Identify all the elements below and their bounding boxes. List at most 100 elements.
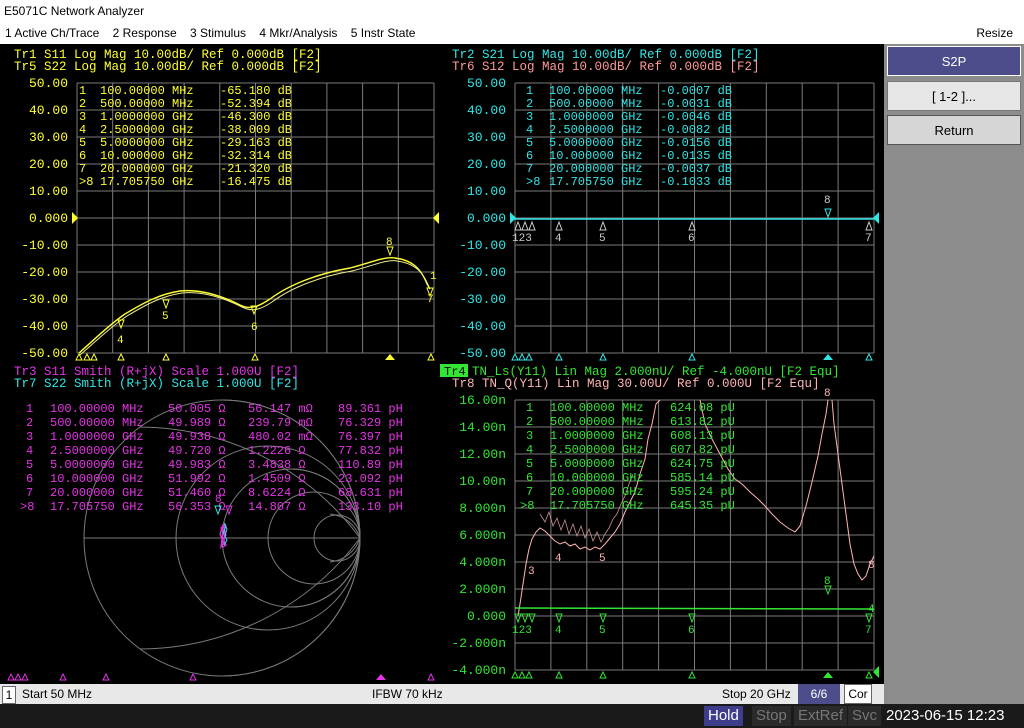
marker-row: 1 100.00000 MHz 50.005 Ω 56.147 mΩ 89.361 pH [26, 402, 403, 416]
menu-active-ch-trace[interactable]: 1 Active Ch/Trace [0, 22, 104, 44]
trace-count: 6/6 [798, 684, 840, 704]
date-time: 2023-06-15 12:23 [882, 706, 1009, 726]
svg-text:3: 3 [528, 566, 535, 578]
marker-row: 7 20.000000 GHz -21.320 dB [79, 162, 292, 176]
panel3-marker-table: 1 100.00000 MHz 50.005 Ω 56.147 mΩ 89.361 pH… [20, 402, 403, 514]
svg-text:6: 6 [688, 233, 695, 245]
y-tick: 16.00n [459, 393, 506, 408]
ifbw[interactable]: IFBW 70 kHz [372, 684, 443, 704]
stop-frequency[interactable]: Stop 20 GHz [722, 684, 791, 704]
marker-row: 2 500.00000 MHz 49.989 Ω 239.79 mΩ 76.329 pH [26, 416, 403, 430]
panel3-header-tr7: Tr7 S22 Smith (R+jX) Scale 1.000U [F2] [14, 377, 299, 391]
svg-text:5: 5 [162, 311, 169, 323]
instrument-status-bar: Hold Stop ExtRef Svc 2023-06-15 12:23 [0, 704, 1024, 728]
y-tick: -30.00 [459, 292, 506, 307]
marker-row: 4 2.5000000 GHz 49.720 Ω 1.2226 Ω 77.832 pH [26, 444, 403, 458]
svg-text:5: 5 [599, 233, 606, 245]
y-tick: -50.00 [21, 346, 68, 361]
y-tick: 14.00n [459, 420, 506, 435]
hold-indicator: Hold [704, 706, 743, 726]
y-tick: -10.00 [21, 238, 68, 253]
marker-row: 5 5.0000000 GHz 624.75 pU [526, 457, 735, 471]
y-tick: 20.00 [467, 157, 506, 172]
softkey-panel: S2P [ 1-2 ]... Return [884, 44, 1024, 704]
marker-row: 4 2.5000000 GHz -0.0082 dB [526, 123, 732, 137]
marker-row: 5 5.0000000 GHz -0.0156 dB [526, 136, 732, 150]
marker-row: 2 500.00000 MHz -52.394 dB [79, 97, 292, 111]
marker-row-active: >8 17.705750 GHz 645.35 pU [520, 499, 735, 513]
marker-row-active: >8 17.705750 GHz -16.475 dB [79, 175, 292, 189]
svc-indicator: Svc [848, 706, 882, 726]
svg-text:8: 8 [868, 560, 875, 572]
menu-stimulus[interactable]: 3 Stimulus [185, 22, 251, 44]
y-tick: -50.00 [459, 346, 506, 361]
y-tick: -10.00 [459, 238, 506, 253]
y-tick: 50.00 [467, 76, 506, 91]
svg-text:8: 8 [824, 388, 831, 400]
marker-row: 7 20.000000 GHz 595.24 pU [526, 485, 735, 499]
y-tick: 2.000n [459, 582, 506, 597]
y-tick: 10.00 [467, 184, 506, 199]
softkey-port-select[interactable]: [ 1-2 ]... [887, 81, 1021, 111]
panel2-marker-table: 1 100.00000 MHz -0.0007 dB 2 500.00000 MHz -… [526, 84, 732, 189]
y-tick: 8.000n [459, 501, 506, 516]
marker-row: 6 10.000000 GHz -32.314 dB [79, 149, 292, 163]
marker-row-active: >8 17.705750 GHz 56.353 Ω 14.807 Ω 133.10 pH [20, 500, 403, 514]
svg-text:7: 7 [865, 625, 872, 637]
y-tick: -30.00 [21, 292, 68, 307]
svg-text:4: 4 [117, 335, 124, 347]
svg-text:6: 6 [251, 322, 258, 334]
svg-text:1: 1 [430, 271, 437, 283]
y-tick: 40.00 [467, 103, 506, 118]
marker-row: 1 100.00000 MHz 624.08 pU [526, 401, 735, 415]
y-tick: 30.00 [467, 130, 506, 145]
menu-mkr-analysis[interactable]: 4 Mkr/Analysis [254, 22, 342, 44]
svg-text:4: 4 [555, 233, 562, 245]
y-tick: -40.00 [21, 319, 68, 334]
softkey-return[interactable]: Return [887, 115, 1021, 145]
window-title: E5071C Network Analyzer [0, 0, 1024, 22]
svg-text:5: 5 [599, 553, 606, 565]
channel-number[interactable]: 1 [2, 686, 16, 704]
svg-text:8: 8 [824, 195, 831, 207]
menu-instr-state[interactable]: 5 Instr State [346, 22, 421, 44]
svg-text:4: 4 [555, 553, 562, 565]
y-tick: 4.000n [459, 555, 506, 570]
svg-text:7: 7 [427, 294, 434, 306]
marker-row: 6 10.000000 GHz 585.14 pU [526, 471, 735, 485]
marker-row: 6 10.000000 GHz 51.992 Ω 1.4509 Ω 23.092 pH [26, 472, 403, 486]
extref-indicator: ExtRef [794, 706, 848, 726]
y-tick: 10.00n [459, 474, 506, 489]
y-tick: 12.00n [459, 447, 506, 462]
marker-row: 3 1.0000000 GHz 608.13 pU [526, 429, 735, 443]
svg-text:4: 4 [555, 625, 562, 637]
marker-row: 3 1.0000000 GHz -0.0046 dB [526, 110, 732, 124]
marker-row: 5 5.0000000 GHz -29.163 dB [79, 136, 292, 150]
marker-row: 1 100.00000 MHz -65.180 dB [79, 84, 292, 98]
marker-row: 7 20.000000 GHz -0.0037 dB [526, 162, 732, 176]
softkey-title-s2p: S2P [887, 46, 1021, 76]
channel-status-bar: 1 Start 50 MHz IFBW 70 kHz Stop 20 GHz 6… [0, 684, 884, 704]
svg-text:8: 8 [824, 576, 831, 588]
y-tick-ref: 0.000 [29, 211, 68, 226]
y-tick: 10.00 [29, 184, 68, 199]
y-tick-ref: 0.000 [467, 211, 506, 226]
correction-status: Cor [844, 684, 872, 704]
menu-response[interactable]: 2 Response [108, 22, 182, 44]
svg-text:4: 4 [868, 604, 875, 616]
marker-row: 4 2.5000000 GHz 607.82 pU [526, 443, 735, 457]
marker-row: 2 500.00000 MHz 613.82 pU [526, 415, 735, 429]
start-frequency[interactable]: Start 50 MHz [22, 684, 92, 704]
marker-row: 5 5.0000000 GHz 49.983 Ω 3.4838 Ω 110.89 pH [26, 458, 403, 472]
svg-text:5: 5 [599, 625, 606, 637]
stop-indicator: Stop [752, 706, 791, 726]
svg-text:8: 8 [386, 237, 393, 249]
y-tick: 6.000n [459, 528, 506, 543]
y-tick: -2.000n [451, 636, 506, 651]
trace-tn-ls [514, 607, 875, 610]
marker-row: 3 1.0000000 GHz 49.938 Ω 480.02 mΩ 76.397 pH [26, 430, 403, 444]
y-tick: -20.00 [21, 265, 68, 280]
panel2-header-tr6: Tr6 S12 Log Mag 10.00dB/ Ref 0.000dB [F2… [452, 60, 760, 74]
menu-resize[interactable]: Resize [971, 22, 1018, 44]
svg-text:7: 7 [865, 233, 872, 245]
